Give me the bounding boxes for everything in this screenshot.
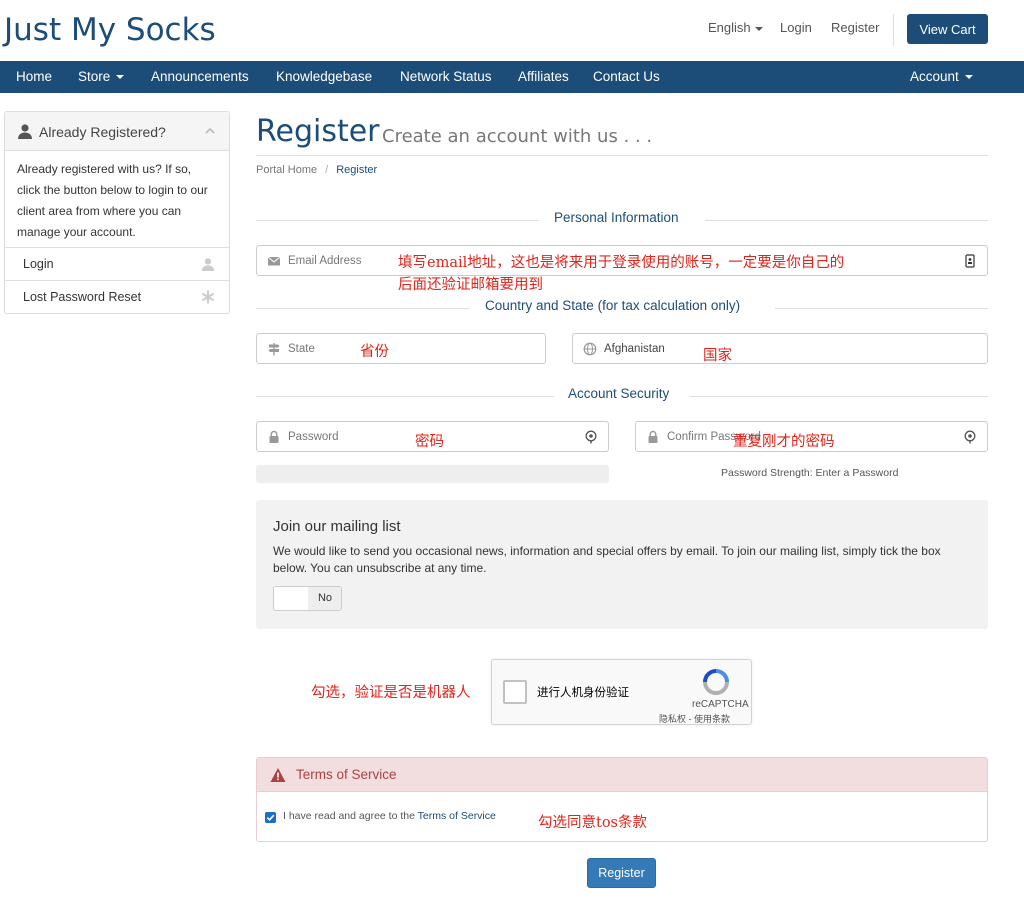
panel-header[interactable]: Already Registered? bbox=[5, 112, 229, 151]
register-submit-button[interactable]: Register bbox=[587, 858, 656, 888]
page-title: Register bbox=[256, 114, 380, 149]
top-register-link[interactable]: Register bbox=[831, 20, 879, 35]
annotation-captcha: 勾选，验证是否是机器人 bbox=[311, 685, 471, 701]
panel-title: Already Registered? bbox=[39, 124, 166, 140]
annotation-state: 省份 bbox=[360, 344, 389, 360]
already-registered-panel: Already Registered? Already registered w… bbox=[4, 111, 230, 314]
terms-panel-header: Terms of Service bbox=[257, 758, 987, 792]
divider bbox=[893, 14, 894, 46]
section-personal: Personal Information bbox=[256, 210, 988, 230]
sidebar-item-login[interactable]: Login bbox=[5, 247, 229, 280]
state-placeholder: State bbox=[288, 343, 315, 355]
lock-icon bbox=[269, 430, 279, 443]
nav-account[interactable]: Account bbox=[910, 61, 973, 93]
divider bbox=[256, 155, 988, 156]
section-country-title: Country and State (for tax calculation o… bbox=[485, 298, 741, 313]
nav-knowledgebase[interactable]: Knowledgebase bbox=[276, 61, 372, 93]
nav-contact-us[interactable]: Contact Us bbox=[593, 61, 660, 93]
view-cart-button[interactable]: View Cart bbox=[907, 14, 988, 44]
annotation-email-2: 后面还验证邮箱要用到 bbox=[398, 277, 543, 293]
tos-agree-prefix: I have read and agree to the bbox=[283, 810, 415, 822]
chevron-down-icon bbox=[964, 75, 973, 80]
country-value: Afghanistan bbox=[604, 343, 665, 355]
chevron-down-icon bbox=[754, 26, 763, 31]
language-label: English bbox=[708, 20, 751, 35]
nav-store[interactable]: Store bbox=[78, 61, 125, 93]
recaptcha-widget: 进行人机身份验证 reCAPTCHA 隐私权 - 使用条款 bbox=[491, 659, 752, 725]
tos-checkbox[interactable] bbox=[265, 812, 276, 823]
annotation-password: 密码 bbox=[415, 434, 444, 450]
sidebar-item-lost-password[interactable]: Lost Password Reset bbox=[5, 280, 229, 313]
password-reveal-icon[interactable] bbox=[584, 430, 598, 444]
password-reveal-icon[interactable] bbox=[963, 430, 977, 444]
tos-link[interactable]: Terms of Service bbox=[418, 810, 496, 822]
globe-icon bbox=[583, 342, 597, 356]
mailing-list-panel: Join our mailing list We would like to s… bbox=[256, 500, 988, 629]
asterisk-icon bbox=[202, 290, 214, 304]
toggle-knob bbox=[274, 587, 308, 610]
main-navbar: Home Store Announcements Knowledgebase N… bbox=[0, 61, 1024, 93]
lock-icon bbox=[648, 430, 658, 443]
password-placeholder: Password bbox=[288, 431, 339, 443]
envelope-icon bbox=[267, 256, 281, 266]
annotation-country: 国家 bbox=[703, 348, 732, 364]
annotation-tos: 勾选同意tos条款 bbox=[538, 815, 647, 831]
mailing-title: Join our mailing list bbox=[273, 518, 401, 535]
page-subtitle: Create an account with us . . . bbox=[382, 126, 653, 147]
terms-title: Terms of Service bbox=[296, 767, 397, 782]
nav-account-label: Account bbox=[910, 69, 959, 84]
annotation-email-1: 填写email地址，这也是将来用于登录使用的账号，一定要是你自己的 bbox=[398, 255, 845, 271]
contact-card-icon bbox=[965, 254, 975, 268]
site-logo[interactable]: Just My Socks bbox=[4, 12, 216, 48]
panel-body-text: Already registered with us? If so, click… bbox=[17, 162, 208, 239]
recaptcha-checkbox[interactable] bbox=[503, 680, 527, 704]
email-placeholder: Email Address bbox=[288, 255, 362, 267]
nav-home[interactable]: Home bbox=[16, 61, 52, 93]
recaptcha-label: 进行人机身份验证 bbox=[537, 687, 629, 699]
nav-network-status[interactable]: Network Status bbox=[400, 61, 492, 93]
language-selector[interactable]: English bbox=[708, 20, 770, 35]
recaptcha-privacy-links[interactable]: 隐私权 - 使用条款 bbox=[659, 712, 730, 725]
mailing-description: We would like to send you occasional new… bbox=[273, 544, 941, 575]
tos-agree-text: I have read and agree to the Terms of Se… bbox=[283, 810, 496, 822]
state-field[interactable]: State bbox=[256, 333, 546, 364]
recaptcha-logo-icon bbox=[703, 669, 729, 695]
nav-affiliates[interactable]: Affiliates bbox=[518, 61, 569, 93]
user-icon bbox=[18, 124, 32, 139]
section-personal-title: Personal Information bbox=[554, 210, 679, 225]
top-login-link[interactable]: Login bbox=[780, 20, 812, 35]
breadcrumb-home[interactable]: Portal Home bbox=[256, 164, 317, 176]
user-icon bbox=[201, 258, 215, 271]
section-security-title: Account Security bbox=[568, 386, 670, 401]
sidebar-item-label: Lost Password Reset bbox=[23, 290, 142, 304]
section-security: Account Security bbox=[256, 386, 988, 406]
password-strength-text: Password Strength: Enter a Password bbox=[721, 467, 899, 479]
mailing-toggle[interactable]: No bbox=[273, 586, 342, 611]
toggle-value: No bbox=[308, 587, 341, 610]
signpost-icon bbox=[268, 343, 280, 356]
nav-announcements[interactable]: Announcements bbox=[151, 61, 249, 93]
chevron-down-icon bbox=[116, 75, 125, 80]
password-strength-bar bbox=[256, 465, 609, 483]
breadcrumb-current: Register bbox=[336, 164, 378, 176]
annotation-confirm: 重复刚才的密码 bbox=[733, 434, 835, 450]
breadcrumb: Portal Home / Register bbox=[256, 164, 378, 176]
sidebar-item-label: Login bbox=[23, 257, 54, 271]
recaptcha-brand: reCAPTCHA bbox=[692, 699, 749, 710]
chevron-up-icon[interactable] bbox=[205, 126, 215, 136]
section-country: Country and State (for tax calculation o… bbox=[256, 298, 988, 318]
country-select[interactable]: Afghanistan bbox=[572, 333, 988, 364]
warning-icon bbox=[270, 768, 286, 782]
nav-store-label: Store bbox=[78, 69, 111, 84]
